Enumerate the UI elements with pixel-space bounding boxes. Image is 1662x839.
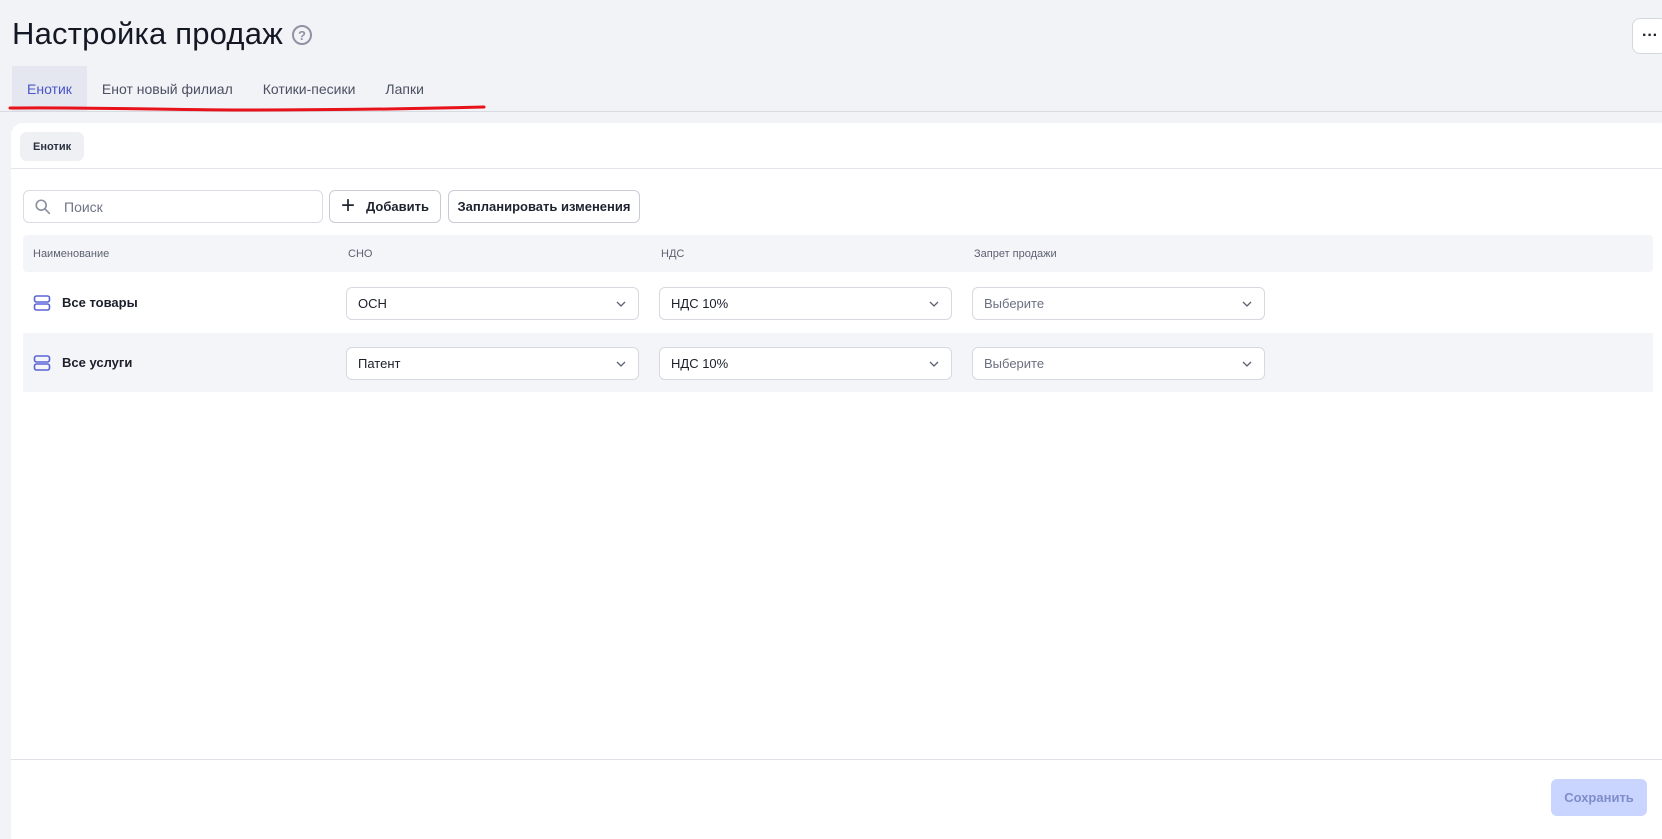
chevron-down-icon	[616, 361, 626, 367]
sales-settings-page: Настройка продаж ? ··· Енотик Енот новый…	[0, 0, 1662, 839]
chevron-down-icon	[616, 301, 626, 307]
category-icon	[33, 354, 51, 371]
page-title-text: Настройка продаж	[12, 16, 284, 51]
sno-select-value: Патент	[358, 356, 401, 371]
column-header-nds: НДС	[661, 247, 685, 260]
sno-select-value: ОСН	[358, 296, 387, 311]
panel-divider	[11, 168, 1662, 169]
add-button-label: Добавить	[366, 199, 429, 214]
schedule-changes-button[interactable]: Запланировать изменения	[448, 190, 640, 223]
settings-panel: Енотик + Добавить Запланировать изменени…	[11, 123, 1662, 839]
sale-ban-select[interactable]: Выберите	[972, 287, 1265, 320]
chevron-down-icon	[1242, 301, 1252, 307]
category-icon	[33, 294, 51, 311]
ellipsis-icon: ···	[1642, 27, 1658, 44]
chevron-down-icon	[929, 361, 939, 367]
row-name: Все услуги	[33, 333, 132, 392]
sno-select[interactable]: ОСН	[346, 287, 639, 320]
table-row: Все товары ОСН НДС 10% Выберите	[23, 273, 1653, 332]
plus-icon: +	[341, 191, 356, 219]
sno-select[interactable]: Патент	[346, 347, 639, 380]
chevron-down-icon	[1242, 361, 1252, 367]
chevron-down-icon	[929, 301, 939, 307]
row-name: Все товары	[33, 273, 138, 332]
row-name-label: Все услуги	[62, 355, 133, 370]
sale-ban-select-value: Выберите	[984, 356, 1045, 371]
column-header-sale-ban: Запрет продажи	[974, 247, 1057, 260]
tab-lapki[interactable]: Лапки	[370, 66, 439, 111]
tabs-divider	[0, 111, 1662, 112]
sale-ban-select-value: Выберите	[984, 296, 1045, 311]
nds-select-value: НДС 10%	[671, 296, 729, 311]
search-icon	[35, 198, 51, 214]
tab-enot-new-branch[interactable]: Енот новый филиал	[87, 66, 248, 111]
table-header: Наименование СНО НДС Запрет продажи	[23, 235, 1653, 272]
help-icon[interactable]: ?	[292, 25, 313, 45]
tab-kotiki-pesiki[interactable]: Котики-песики	[248, 66, 371, 111]
more-options-button[interactable]: ···	[1632, 18, 1662, 54]
footer-divider	[11, 759, 1662, 760]
nds-select[interactable]: НДС 10%	[659, 347, 952, 380]
table-row: Все услуги Патент НДС 10% Выберите	[23, 333, 1653, 392]
tab-enotik[interactable]: Енотик	[12, 66, 87, 111]
branch-chip[interactable]: Енотик	[20, 132, 85, 161]
page-title: Настройка продаж ?	[12, 16, 313, 52]
nds-select[interactable]: НДС 10%	[659, 287, 952, 320]
row-name-label: Все товары	[62, 295, 138, 310]
search-box[interactable]	[23, 190, 323, 223]
branch-tabs: Енотик Енот новый филиал Котики-песики Л…	[12, 66, 439, 111]
add-button[interactable]: + Добавить	[329, 190, 441, 223]
search-input[interactable]	[64, 198, 284, 215]
nds-select-value: НДС 10%	[671, 356, 729, 371]
column-header-sno: СНО	[348, 247, 373, 260]
column-header-name: Наименование	[33, 247, 110, 260]
save-button[interactable]: Сохранить	[1551, 779, 1647, 816]
sale-ban-select[interactable]: Выберите	[972, 347, 1265, 380]
